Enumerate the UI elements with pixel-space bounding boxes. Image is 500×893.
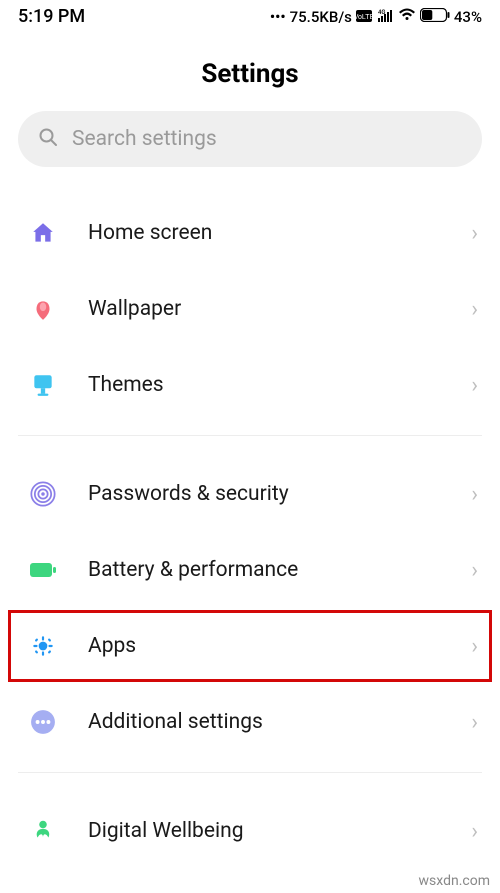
- item-label: Battery & performance: [88, 558, 471, 582]
- chevron-right-icon: ›: [471, 819, 478, 844]
- settings-item-home-screen[interactable]: Home screen ›: [0, 195, 500, 271]
- status-battery-pct: 43%: [454, 8, 482, 26]
- item-label: Additional settings: [88, 710, 471, 734]
- settings-item-wallpaper[interactable]: Wallpaper ›: [0, 271, 500, 347]
- chevron-right-icon: ›: [471, 710, 478, 735]
- search-placeholder: Search settings: [72, 127, 217, 151]
- status-dots: •••: [270, 8, 286, 26]
- chevron-right-icon: ›: [471, 558, 478, 583]
- fingerprint-icon: [28, 479, 58, 509]
- status-speed: 75.5KB/s: [290, 8, 352, 26]
- watermark: wsxdn.com: [419, 873, 490, 889]
- status-time: 5:19 PM: [18, 6, 85, 27]
- wifi-icon: [398, 8, 416, 26]
- item-label: Themes: [88, 373, 471, 397]
- wallpaper-icon: [28, 294, 58, 324]
- settings-item-digital-wellbeing[interactable]: Digital Wellbeing ›: [0, 793, 500, 869]
- settings-item-passwords-security[interactable]: Passwords & security ›: [0, 456, 500, 532]
- status-bar: 5:19 PM ••• 75.5KB/s VoLTE 4G 43%: [0, 0, 500, 31]
- battery-perf-icon: [28, 555, 58, 585]
- search-input[interactable]: Search settings: [18, 111, 482, 167]
- settings-item-apps[interactable]: Apps ›: [0, 608, 500, 684]
- chevron-right-icon: ›: [471, 221, 478, 246]
- item-label: Digital Wellbeing: [88, 819, 471, 843]
- svg-text:VoLTE: VoLTE: [356, 14, 372, 21]
- item-label: Apps: [88, 634, 471, 658]
- chevron-right-icon: ›: [471, 373, 478, 398]
- apps-icon: [28, 631, 58, 661]
- settings-item-themes[interactable]: Themes ›: [0, 347, 500, 423]
- themes-icon: [28, 370, 58, 400]
- additional-icon: [28, 707, 58, 737]
- item-label: Wallpaper: [88, 297, 471, 321]
- item-label: Passwords & security: [88, 482, 471, 506]
- wellbeing-icon: [28, 816, 58, 846]
- chevron-right-icon: ›: [471, 482, 478, 507]
- item-label: Home screen: [88, 221, 471, 245]
- chevron-right-icon: ›: [471, 634, 478, 659]
- volte-icon: VoLTE: [356, 8, 372, 26]
- home-icon: [28, 218, 58, 248]
- signal-icon: 4G: [376, 8, 394, 26]
- search-icon: [38, 127, 58, 151]
- battery-icon: [420, 8, 450, 26]
- divider: [18, 772, 482, 773]
- divider: [18, 435, 482, 436]
- settings-item-additional[interactable]: Additional settings ›: [0, 684, 500, 760]
- chevron-right-icon: ›: [471, 297, 478, 322]
- page-title: Settings: [0, 59, 500, 89]
- status-right: ••• 75.5KB/s VoLTE 4G 43%: [270, 8, 482, 26]
- settings-item-battery-performance[interactable]: Battery & performance ›: [0, 532, 500, 608]
